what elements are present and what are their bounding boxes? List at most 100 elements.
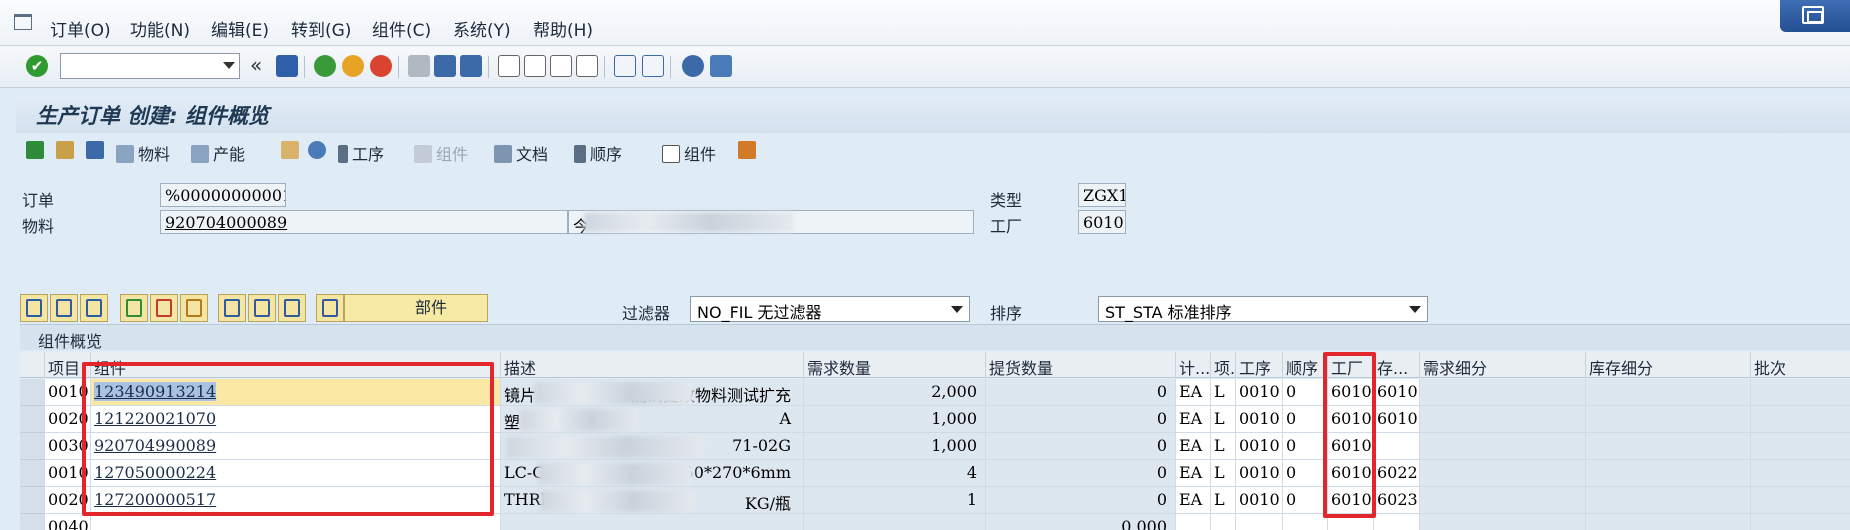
cell-storage-location[interactable]	[1373, 433, 1419, 460]
chevron-down-icon[interactable]	[223, 62, 235, 69]
cell-component[interactable]	[90, 514, 500, 530]
chevron-down-icon[interactable]	[951, 306, 963, 313]
print-icon[interactable]	[408, 55, 430, 77]
cell-storage-location[interactable]	[1373, 514, 1419, 530]
row-selector[interactable]	[20, 487, 44, 514]
calculate-button[interactable]	[86, 141, 108, 167]
operation-button[interactable]: 工序	[338, 141, 384, 167]
edit-button[interactable]	[248, 294, 276, 322]
production-resource-button[interactable]	[308, 141, 330, 167]
first-page-icon[interactable]	[498, 55, 520, 77]
select-column-header[interactable]	[20, 352, 44, 378]
cell-storage-location[interactable]: 6010	[1373, 379, 1419, 406]
cell-pick-qty[interactable]: 0	[985, 379, 1175, 406]
col-requirement-segment[interactable]: 需求细分	[1419, 352, 1585, 378]
material-field[interactable]: 920704000089	[160, 210, 568, 234]
cell-requirement-segment[interactable]	[1419, 433, 1585, 460]
check-button[interactable]	[56, 141, 78, 167]
col-batch[interactable]: 批次	[1750, 352, 1850, 378]
cell-pick-qty[interactable]: 0.000	[985, 514, 1175, 530]
col-description[interactable]: 描述	[500, 352, 803, 378]
table-row[interactable]: 0040 0.000	[20, 514, 1850, 530]
document-button[interactable]: 文档	[494, 141, 548, 167]
cell-stock-segment[interactable]	[1585, 460, 1750, 487]
menu-goto[interactable]: 转到(G)	[291, 16, 351, 41]
cell-batch[interactable]	[1750, 460, 1850, 487]
col-unit[interactable]: 计...	[1175, 352, 1210, 378]
cell-required-qty[interactable]: 1,000	[803, 433, 985, 460]
sequence-button[interactable]: 顺序	[574, 141, 622, 167]
col-required-qty[interactable]: 需求数量	[803, 352, 985, 378]
cell-requirement-segment[interactable]	[1419, 514, 1585, 530]
cell-requirement-segment[interactable]	[1419, 487, 1585, 514]
menu-edit[interactable]: 编辑(E)	[211, 16, 269, 41]
plant-field[interactable]: 6010	[1078, 210, 1126, 234]
cell-storage-location[interactable]: 6023	[1373, 487, 1419, 514]
col-storage-location[interactable]: 存...	[1373, 352, 1419, 378]
find-next-icon[interactable]	[460, 55, 482, 77]
previous-page-icon[interactable]	[524, 55, 546, 77]
new-session-icon[interactable]	[614, 55, 636, 77]
cell-required-qty[interactable]	[803, 514, 985, 530]
cell-required-qty[interactable]: 4	[803, 460, 985, 487]
cell-pick-qty[interactable]: 0	[985, 406, 1175, 433]
row-selector[interactable]	[20, 460, 44, 487]
save-icon[interactable]	[276, 55, 298, 77]
hierarchy-button[interactable]	[281, 141, 303, 167]
cell-storage-location[interactable]: 6022	[1373, 460, 1419, 487]
last-page-icon[interactable]	[576, 55, 598, 77]
cell-batch[interactable]	[1750, 406, 1850, 433]
menu-system[interactable]: 系统(Y)	[453, 16, 511, 41]
cell-storage-location[interactable]: 6010	[1373, 406, 1419, 433]
command-field[interactable]	[60, 53, 240, 79]
cell-description[interactable]	[500, 514, 803, 530]
table-settings-button[interactable]	[278, 294, 306, 322]
cell-required-qty[interactable]: 1,000	[803, 406, 985, 433]
col-item-category[interactable]: 项.	[1210, 352, 1235, 378]
row-selector[interactable]	[20, 379, 44, 406]
cell-batch[interactable]	[1750, 433, 1850, 460]
next-page-icon[interactable]	[550, 55, 572, 77]
enter-icon[interactable]: ✔	[26, 55, 48, 77]
info-button[interactable]	[218, 294, 246, 322]
cell-requirement-segment[interactable]	[1419, 379, 1585, 406]
cell-batch[interactable]	[1750, 487, 1850, 514]
part-button[interactable]: 部件	[344, 294, 488, 322]
components-tree-button[interactable]	[316, 294, 344, 322]
shortcut-icon[interactable]	[642, 55, 664, 77]
cell-pick-qty[interactable]: 0	[985, 460, 1175, 487]
menu-component[interactable]: 组件(C)	[372, 16, 431, 41]
row-selector[interactable]	[20, 406, 44, 433]
window-menu-icon[interactable]	[14, 14, 32, 30]
detail-item-button[interactable]	[80, 294, 108, 322]
delete-row-button[interactable]	[150, 294, 178, 322]
material-button[interactable]: 物料	[116, 141, 170, 167]
order-field[interactable]: %00000000001	[160, 183, 286, 207]
assign-button[interactable]	[180, 294, 208, 322]
cell-stock-segment[interactable]	[1585, 514, 1750, 530]
exit-icon[interactable]	[342, 55, 364, 77]
cell-stock-segment[interactable]	[1585, 487, 1750, 514]
cell-pick-qty[interactable]: 0	[985, 433, 1175, 460]
col-operation[interactable]: 工序	[1235, 352, 1282, 378]
col-sequence[interactable]: 顺序	[1282, 352, 1327, 378]
restore-window-button[interactable]	[1780, 0, 1850, 32]
menu-order[interactable]: 订单(O)	[50, 16, 111, 41]
chevron-down-icon[interactable]	[1409, 306, 1421, 313]
status-flag-button[interactable]	[26, 141, 48, 167]
component-button[interactable]: 组件	[662, 141, 716, 167]
cell-stock-segment[interactable]	[1585, 433, 1750, 460]
structure-button[interactable]	[738, 141, 760, 167]
menu-help[interactable]: 帮助(H)	[533, 16, 593, 41]
cell-required-qty[interactable]: 2,000	[803, 379, 985, 406]
cell-requirement-segment[interactable]	[1419, 460, 1585, 487]
filter-select[interactable]: NO_FIL 无过滤器	[690, 296, 970, 322]
select-all-button[interactable]	[20, 294, 48, 322]
find-icon[interactable]	[434, 55, 456, 77]
insert-row-button[interactable]	[120, 294, 148, 322]
details-button[interactable]	[50, 294, 78, 322]
cell-requirement-segment[interactable]	[1419, 406, 1585, 433]
help-icon[interactable]	[682, 55, 704, 77]
menu-function[interactable]: 功能(N)	[130, 16, 190, 41]
collapse-command-icon[interactable]: «	[250, 53, 262, 77]
